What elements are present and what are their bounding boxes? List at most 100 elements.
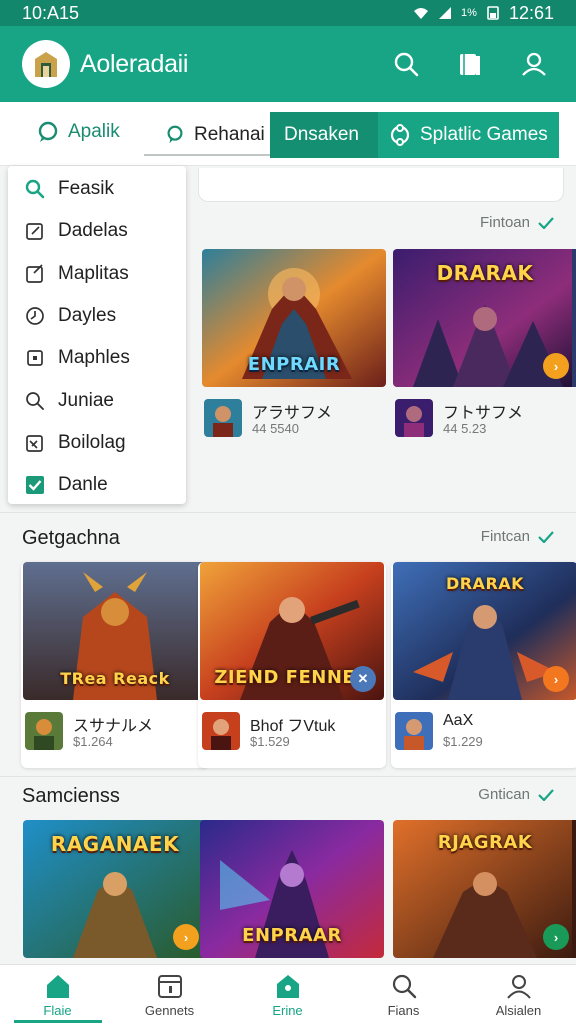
menu-item-label: Feasik: [58, 178, 114, 200]
nav-erine[interactable]: Erine: [230, 965, 345, 1024]
game-card[interactable]: RJAGRAK ›: [391, 820, 576, 960]
game-card[interactable]: ZIEND FENNEK ✕ Bhof フVtuk $1.529: [198, 562, 386, 768]
dropdown-menu: Feasik Dadelas Maplitas Dayles Maphles J…: [8, 166, 186, 504]
tab-label: Rehanai: [194, 124, 265, 145]
game-meta: スサナルメ $1.264: [25, 712, 205, 754]
game-meta: AaX $1.229: [395, 712, 575, 754]
game-thumbnail: [395, 399, 433, 437]
nav-alsialen[interactable]: Alsialen: [461, 965, 576, 1024]
search-icon: [24, 178, 46, 200]
section-title: Getgachna: [22, 527, 120, 549]
wifi-icon: [414, 8, 429, 19]
game-card[interactable]: TRea Reack スサナルメ $1.264: [21, 562, 209, 768]
battery-icon: [487, 6, 499, 20]
game-name: フトサフメ: [443, 405, 524, 422]
check-icon: [538, 530, 554, 543]
menu-item-feasik[interactable]: Feasik: [8, 168, 186, 210]
menu-item-boilolag[interactable]: Boilolag: [8, 422, 186, 464]
game-name: AaX: [443, 712, 474, 729]
battery-percent: 1%: [461, 7, 477, 19]
section-1-more[interactable]: Fintoan: [480, 214, 554, 231]
game-card[interactable]: ENPRAIR アラサフメ 44 5540: [200, 249, 388, 455]
menu-item-label: Juniae: [58, 389, 114, 411]
search-icon: [392, 974, 416, 999]
game-stat: $1.264: [73, 734, 113, 749]
nav-label: Flaie: [43, 1003, 72, 1018]
app-title: Aoleradaii: [80, 49, 189, 78]
app-bar: Aoleradaii: [0, 26, 576, 102]
gamepad-icon: [390, 124, 410, 146]
game-art: DRARAK ›: [393, 562, 576, 700]
game-badge: ›: [173, 924, 199, 950]
tab-splatlic-games[interactable]: Splatlic Games: [378, 112, 559, 158]
nav-fians[interactable]: Fians: [346, 965, 461, 1024]
menu-item-maphles[interactable]: Maphles: [8, 337, 186, 379]
menu-item-label: Dayles: [58, 305, 117, 327]
search-strip[interactable]: [198, 168, 564, 202]
nav-gennets[interactable]: Gennets: [112, 965, 227, 1024]
game-art: ENPRAIR: [202, 249, 386, 387]
menu-item-label: Boilolag: [58, 431, 126, 453]
menu-item-label: Danle: [58, 474, 108, 496]
chat-icon: [38, 121, 58, 142]
section-3-more[interactable]: Gntican: [478, 786, 554, 803]
game-badge: ✕: [350, 666, 376, 692]
game-meta: アラサフメ 44 5540: [204, 399, 384, 441]
menu-item-danle[interactable]: Danle: [8, 464, 186, 506]
game-stat: 44 5.23: [443, 421, 487, 436]
search-icon[interactable]: [392, 50, 420, 78]
menu-item-maplitas[interactable]: Maplitas: [8, 253, 186, 295]
game-thumbnail: [202, 712, 240, 750]
bottom-navigation: Flaie Gennets Erine Fians Alsialen: [0, 964, 576, 1024]
game-name: アラサフメ: [252, 405, 333, 422]
game-art: RJAGRAK ›: [393, 820, 576, 958]
section-action-label: Fintcan: [480, 528, 530, 545]
nav-flaie[interactable]: Flaie: [0, 965, 115, 1024]
menu-item-juniae[interactable]: Juniae: [8, 379, 186, 421]
menu-item-dadelas[interactable]: Dadelas: [8, 210, 186, 252]
calendar-icon: [157, 975, 182, 998]
game-card[interactable]: ENPRAAR: [198, 820, 386, 960]
tab-label: Apalik: [68, 121, 120, 142]
status-clock: 12:61: [508, 2, 554, 23]
home-icon: [46, 975, 69, 998]
game-card[interactable]: RAGANAEK ›: [21, 820, 209, 960]
profile-icon[interactable]: [520, 50, 548, 78]
clock-icon: [24, 305, 46, 327]
book-icon[interactable]: [456, 50, 484, 78]
game-badge: ›: [543, 924, 569, 950]
app-logo-icon: [35, 52, 57, 77]
image-icon: [24, 432, 46, 454]
menu-item-label: Dadelas: [58, 220, 128, 242]
chat-icon: [167, 125, 183, 144]
menu-item-label: Maplitas: [58, 262, 129, 284]
status-bar: 10:A15 1% 12:61: [0, 0, 576, 26]
game-name: Bhof フVtuk: [250, 718, 336, 735]
tab-apalik[interactable]: Apalik: [36, 120, 120, 144]
section-2-more[interactable]: Fintcan: [481, 528, 554, 545]
app-logo[interactable]: [22, 40, 70, 88]
game-art-title: ENPRAAR: [242, 925, 342, 946]
game-art: TRea Reack: [23, 562, 207, 700]
edit-icon: [24, 263, 46, 285]
game-card[interactable]: DRARAK › フトサフメ 44 5.23: [391, 249, 576, 455]
check-icon: [538, 216, 554, 229]
section-divider: [0, 776, 576, 777]
nav-label: Alsialen: [495, 1003, 542, 1018]
section-divider: [0, 512, 576, 513]
game-card[interactable]: DRARAK › AaX $1.229: [391, 562, 576, 768]
nav-label: Gennets: [144, 1003, 195, 1018]
tab-rehanai[interactable]: Rehanai: [144, 116, 275, 156]
tab-dnsaken[interactable]: Dnsaken: [270, 112, 378, 158]
status-indicators: 1% 12:61: [413, 3, 554, 24]
game-thumbnail: [395, 712, 433, 750]
game-stat: $1.529: [250, 734, 290, 749]
tab-label: Dnsaken: [284, 124, 359, 145]
game-badge: ›: [543, 666, 569, 692]
card-peek: [572, 249, 576, 387]
game-art: RAGANAEK ›: [23, 820, 207, 958]
game-thumbnail: [204, 399, 242, 437]
game-art-title: DRARAK: [436, 261, 534, 285]
menu-item-dayles[interactable]: Dayles: [8, 295, 186, 337]
section-action-label: Gntican: [478, 786, 530, 803]
